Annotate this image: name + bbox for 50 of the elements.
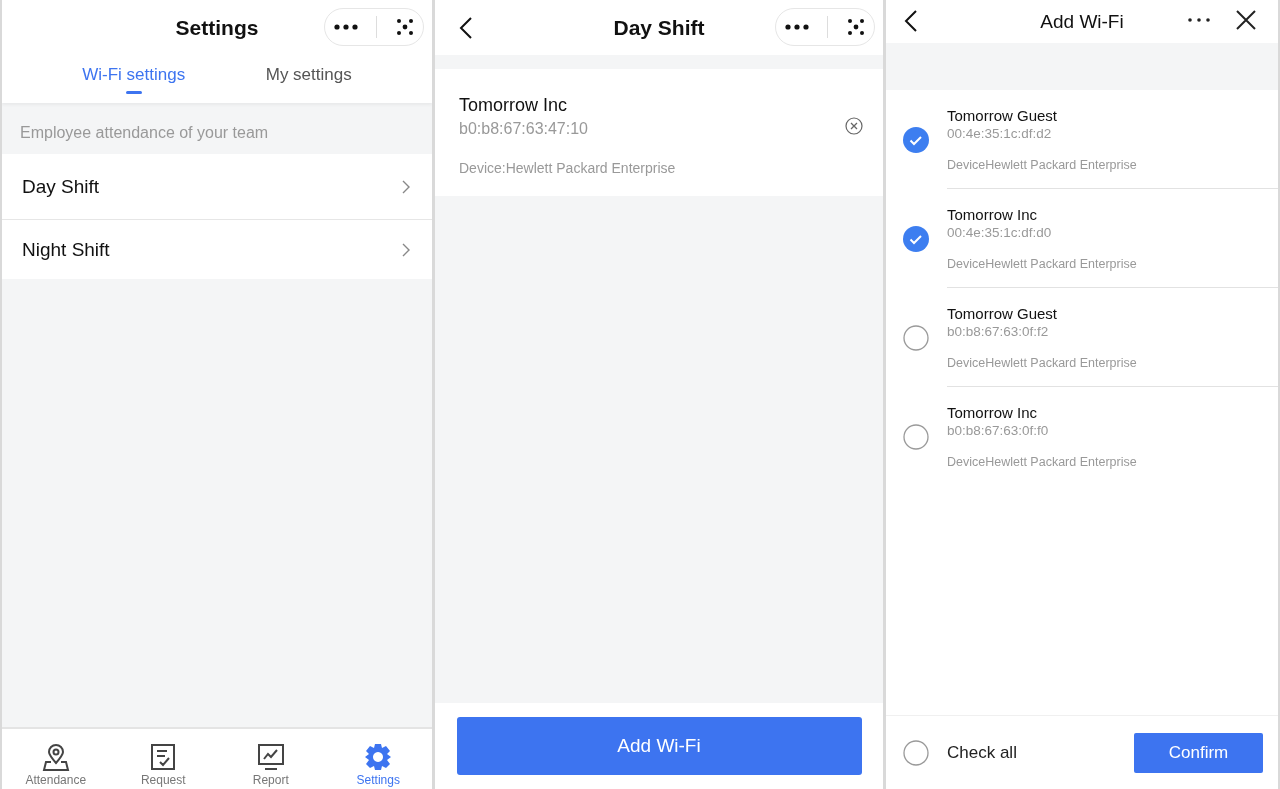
tab[interactable]: Wi-Fi settings [76, 55, 192, 103]
chevron-right-icon [402, 179, 410, 194]
mac-address: 00:4e:35:1c:df:d2 [947, 126, 1053, 141]
screen-title: Settings [175, 15, 259, 40]
close-icon[interactable] [395, 18, 414, 36]
device-label: Device:Hewlett Packard Enterprise [459, 160, 677, 176]
shift-row[interactable]: Night Shift [2, 220, 432, 279]
wifi-name: Tomorrow Inc [459, 95, 569, 116]
device-label: DeviceHewlett Packard Enterprise [947, 455, 1138, 469]
screen-title: Add Wi-Fi [1040, 10, 1124, 33]
mac-address: b0:b8:67:63:0f:f2 [947, 324, 1050, 339]
more-icon[interactable] [1188, 18, 1210, 22]
mac-address: b0:b8:67:63:47:10 [459, 120, 589, 138]
section-header: Employee attendance of your team [19, 123, 270, 143]
checked-circle[interactable] [903, 126, 929, 153]
chevron-right-icon [402, 242, 410, 257]
device-label: DeviceHewlett Packard Enterprise [947, 257, 1138, 271]
wifi-name: Tomorrow Guest [947, 107, 1059, 124]
checklist-icon [150, 743, 177, 771]
mac-address: b0:b8:67:63:0f:f0 [947, 423, 1050, 438]
nav-tab[interactable]: Report [230, 729, 311, 789]
map-pin-icon [41, 743, 70, 771]
check-all-label: Check all [947, 742, 1018, 763]
unchecked-circle[interactable] [903, 324, 929, 351]
remove-icon[interactable] [845, 117, 863, 135]
device-label: DeviceHewlett Packard Enterprise [947, 158, 1138, 172]
mac-address: 00:4e:35:1c:df:d0 [947, 225, 1053, 240]
wifi-name: Tomorrow Inc [947, 404, 1039, 421]
more-icon[interactable] [334, 24, 359, 30]
nav-tab[interactable]: Request [123, 729, 204, 789]
back-icon[interactable] [459, 16, 473, 40]
wifi-name: Tomorrow Inc [947, 206, 1039, 223]
chart-monitor-icon [256, 743, 285, 771]
tab[interactable]: My settings [259, 55, 358, 103]
screen-title: Day Shift [613, 15, 705, 40]
settings-icon [364, 743, 393, 771]
confirm-button[interactable]: Confirm [1134, 732, 1263, 773]
back-icon[interactable] [904, 9, 918, 33]
wifi-name: Tomorrow Guest [947, 305, 1059, 322]
close-icon[interactable] [846, 18, 865, 36]
close-icon[interactable] [1236, 10, 1256, 30]
nav-tab[interactable]: Attendance [15, 729, 96, 789]
shift-row[interactable]: Day Shift [2, 154, 432, 220]
more-icon[interactable] [785, 24, 810, 30]
add-wifi-button[interactable]: Add Wi-Fi [456, 717, 862, 775]
checked-circle[interactable] [903, 225, 929, 252]
device-label: DeviceHewlett Packard Enterprise [947, 356, 1138, 370]
unchecked-circle[interactable] [903, 423, 929, 450]
nav-tab[interactable]: Settings [338, 729, 419, 789]
unchecked-circle[interactable] [903, 739, 929, 766]
